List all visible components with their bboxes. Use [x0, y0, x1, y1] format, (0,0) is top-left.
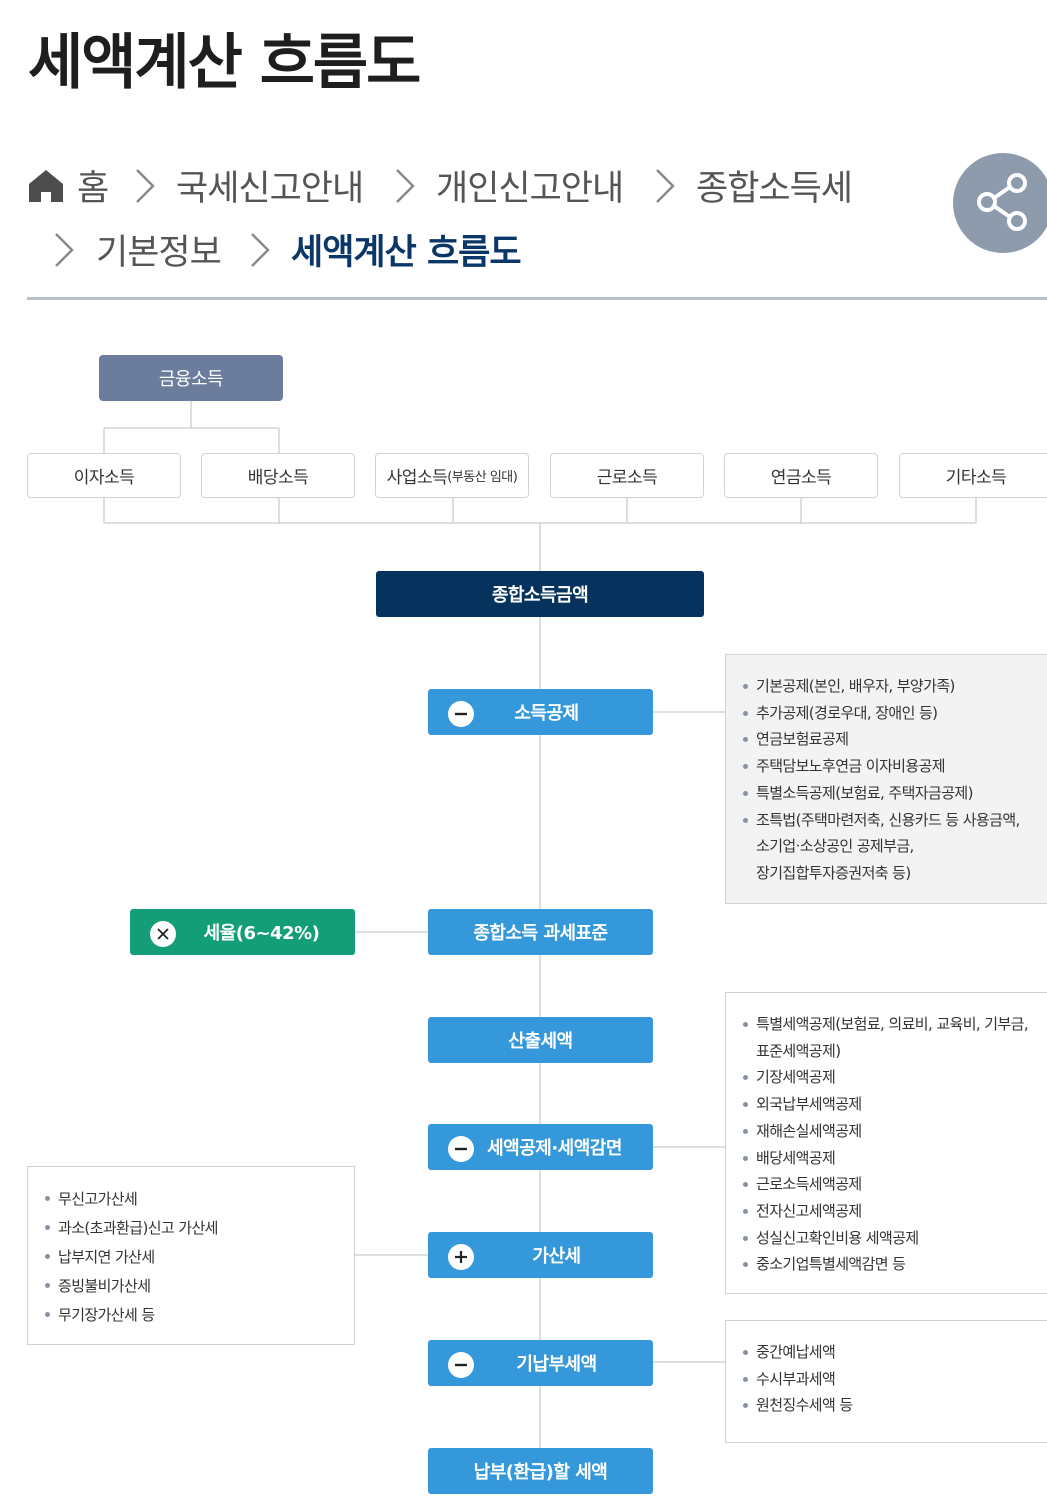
node-label: 세액공제·세액감면 [487, 1138, 622, 1159]
list-item: 장기집합투자증권저축 등) [756, 863, 911, 882]
prepaid-tax-details: 중간예납세액 수시부과세액 원천징수세액 등 [725, 1320, 1047, 1443]
node-other-income: 기타소득 [899, 453, 1047, 498]
node-tax-credit: 세액공제·세액감면 [428, 1124, 653, 1170]
list-item: 특별소득공제(보험료, 주택자금공제) [742, 780, 1040, 807]
list-item: 납부지연 가산세 [44, 1243, 340, 1272]
list-item: 주택담보노후연금 이자비용공제 [742, 753, 1040, 780]
node-business-income: 사업소득 (부동산 임대) [375, 453, 529, 498]
node-label: 세율(6~42%) [203, 923, 320, 944]
node-pension-income: 연금소득 [724, 453, 878, 498]
node-additional-tax: 가산세 [428, 1232, 653, 1278]
list-item: 표준세액공제) [756, 1041, 841, 1060]
node-label: 가산세 [532, 1246, 581, 1267]
times-circle-icon [150, 921, 176, 947]
list-item: 재해손실세액공제 [742, 1118, 1040, 1145]
node-label: 기납부세액 [516, 1354, 597, 1375]
list-item: 무기장가산세 등 [44, 1301, 340, 1330]
income-deduction-details: 기본공제(본인, 배우자, 부양가족) 추가공제(경로우대, 장애인 등) 연금보험… [725, 654, 1047, 904]
node-income-deduction: 소득공제 [428, 689, 653, 735]
node-label: 배당소득 [247, 468, 309, 488]
list-item: 중소기업특별세액감면 등 [742, 1251, 1040, 1278]
list-item: 과소(초과환급)신고 가산세 [44, 1214, 340, 1243]
plus-circle-icon [448, 1244, 474, 1270]
list-item: 무신고가산세 [44, 1185, 340, 1214]
list-item: 전자신고세액공제 [742, 1198, 1040, 1225]
list-item: 연금보험료공제 [742, 726, 1040, 753]
list-item: 증빙불비가산세 [44, 1272, 340, 1301]
minus-circle-icon [448, 1136, 474, 1162]
list-item: 소기업·소상공인 공제부금, [756, 837, 914, 856]
list-item: 조특법(주택마련저축, 신용카드 등 사용금액, [742, 807, 1040, 834]
node-financial-income: 금융소득 [99, 355, 283, 401]
minus-circle-icon [448, 701, 474, 727]
node-label: 이자소득 [73, 468, 135, 488]
list-item: 기장세액공제 [742, 1064, 1040, 1091]
list-item: 외국납부세액공제 [742, 1091, 1040, 1118]
node-tax-rate: 세율(6~42%) [130, 909, 355, 955]
node-dividend-income: 배당소득 [201, 453, 355, 498]
list-item: 추가공제(경로우대, 장애인 등) [742, 700, 1040, 727]
list-item: 성실신고확인비용 세액공제 [742, 1225, 1040, 1252]
node-calculated-tax: 산출세액 [428, 1017, 653, 1063]
node-tax-base: 종합소득 과세표준 [428, 909, 653, 955]
list-item: 원천징수세액 등 [742, 1392, 1040, 1419]
list-item: 기본공제(본인, 배우자, 부양가족) [742, 673, 1040, 700]
node-interest-income: 이자소득 [27, 453, 181, 498]
list-item: 수시부과세액 [742, 1366, 1040, 1393]
node-total-income: 종합소득금액 [376, 571, 704, 617]
node-label: 연금소득 [770, 468, 832, 488]
node-final-tax: 납부(환급)할 세액 [428, 1448, 653, 1494]
node-prepaid-tax: 기납부세액 [428, 1340, 653, 1386]
node-label: 소득공제 [514, 703, 579, 724]
node-sublabel: (부동산 임대) [447, 470, 518, 485]
tax-credit-details: 특별세액공제(보험료, 의료비, 교육비, 기부금, 표준세액공제) 기장세액공제 외… [725, 992, 1047, 1294]
list-item: 근로소득세액공제 [742, 1171, 1040, 1198]
additional-tax-details: 무신고가산세 과소(초과환급)신고 가산세 납부지연 가산세 증빙불비가산세 무기장가산… [27, 1166, 355, 1345]
list-item: 배당세액공제 [742, 1145, 1040, 1172]
node-label: 기타소득 [945, 468, 1007, 488]
node-label: 근로소득 [596, 468, 658, 488]
node-earned-income: 근로소득 [550, 453, 704, 498]
minus-circle-icon [448, 1352, 474, 1378]
list-item: 중간예납세액 [742, 1339, 1040, 1366]
list-item: 특별세액공제(보험료, 의료비, 교육비, 기부금, [742, 1011, 1040, 1038]
node-label: 사업소득 [386, 468, 448, 488]
